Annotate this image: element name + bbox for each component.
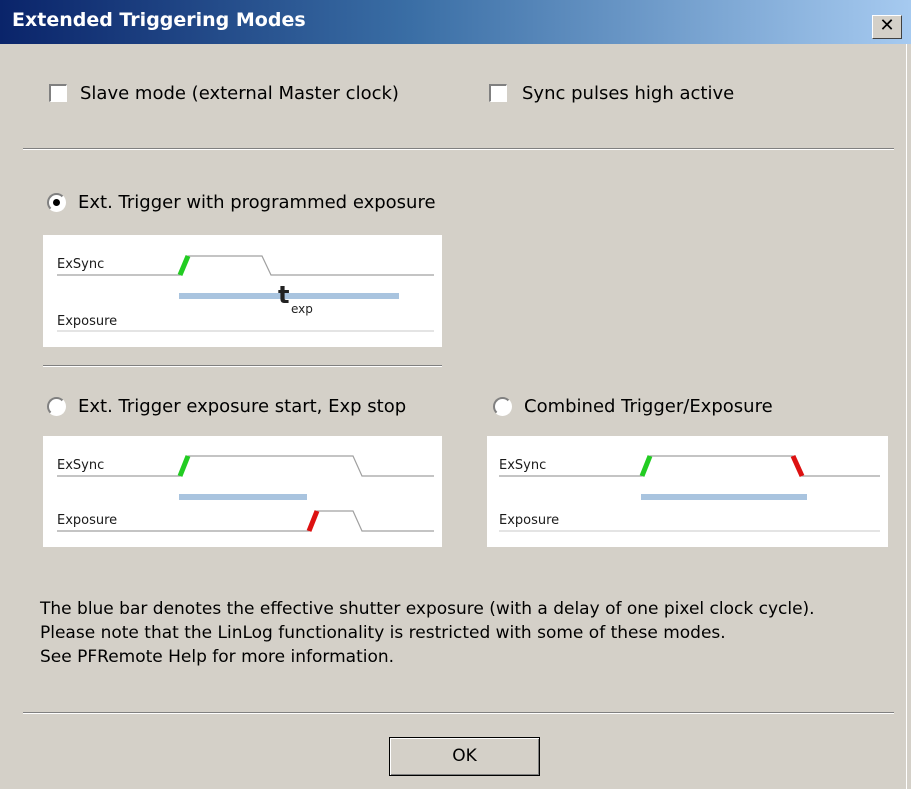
mode-start-stop-radio[interactable] — [47, 397, 66, 416]
start-stop-diagram: ExSync Exposure — [43, 436, 442, 547]
exsync-label: ExSync — [57, 257, 104, 272]
note-line-3: See PFRemote Help for more information. — [40, 647, 395, 667]
falling-edge-mark — [790, 454, 805, 478]
exposure-stop-edge-mark — [306, 510, 320, 532]
programmed-exposure-diagram: ExSync t exp Exposure — [43, 235, 442, 347]
ok-button[interactable]: OK — [389, 737, 540, 776]
rising-edge-mark — [177, 455, 191, 477]
window-frame-right — [906, 44, 911, 789]
note-line-1: The blue bar denotes the effective shutt… — [40, 599, 815, 619]
combined-diagram: ExSync Exposure — [487, 436, 888, 547]
t-exp-symbol: t — [278, 281, 289, 309]
exsync-label: ExSync — [57, 458, 104, 473]
sync-high-label[interactable]: Sync pulses high active — [522, 83, 734, 105]
exposure-label: Exposure — [499, 513, 559, 528]
exsync-signal-line — [57, 455, 434, 477]
close-icon: ✕ — [879, 15, 895, 36]
close-button[interactable]: ✕ — [872, 15, 902, 39]
rising-edge-mark — [639, 455, 653, 477]
window-title: Extended Triggering Modes — [12, 9, 306, 31]
info-note: The blue bar denotes the effective shutt… — [40, 597, 815, 669]
exposure-label: Exposure — [57, 513, 117, 528]
mode-combined-label[interactable]: Combined Trigger/Exposure — [524, 396, 773, 418]
mode-programmed-radio[interactable] — [47, 193, 66, 212]
exsync-signal-line — [499, 455, 880, 477]
separator-mid — [43, 365, 442, 367]
exsync-label: ExSync — [499, 458, 546, 473]
rising-edge-mark — [177, 255, 191, 276]
t-exp-subscript: exp — [291, 302, 313, 316]
separator-top — [23, 148, 894, 150]
radio-selected-dot — [53, 199, 60, 206]
title-bar: Extended Triggering Modes ✕ — [0, 0, 911, 44]
slave-mode-checkbox[interactable] — [48, 83, 68, 103]
exposure-label: Exposure — [57, 314, 117, 329]
mode-programmed-label[interactable]: Ext. Trigger with programmed exposure — [78, 192, 436, 214]
note-line-2: Please note that the LinLog functionalit… — [40, 623, 726, 643]
sync-high-checkbox[interactable] — [488, 83, 508, 103]
exsync-signal-line — [57, 255, 434, 276]
slave-mode-label[interactable]: Slave mode (external Master clock) — [80, 83, 399, 105]
mode-start-stop-label[interactable]: Ext. Trigger exposure start, Exp stop — [78, 396, 406, 418]
separator-bottom — [23, 712, 894, 714]
mode-combined-radio[interactable] — [493, 397, 512, 416]
